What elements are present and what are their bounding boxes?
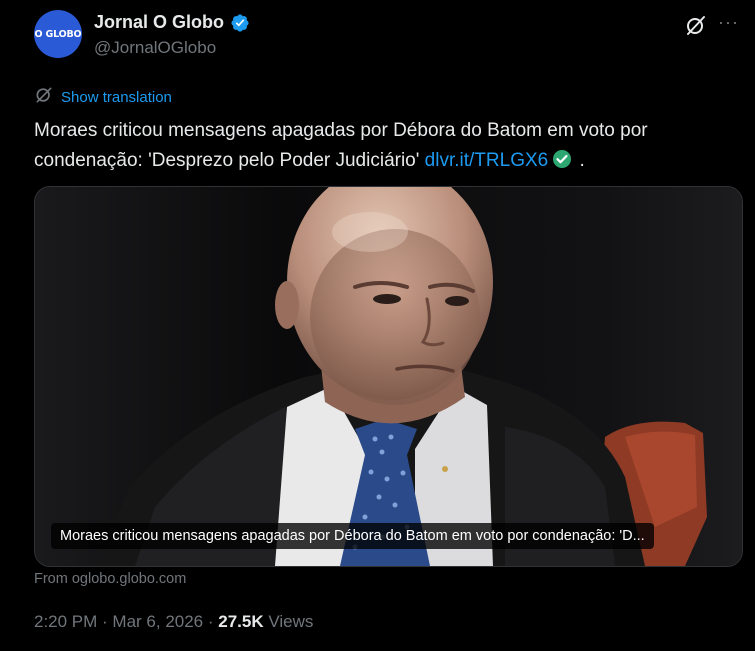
show-translation-label: Show translation: [61, 89, 172, 106]
views-count[interactable]: 27.5K: [218, 612, 263, 631]
card-source[interactable]: From oglobo.globo.com: [34, 571, 186, 587]
translate-icon: [34, 85, 54, 110]
verified-badge-icon[interactable]: [230, 13, 250, 33]
more-icon[interactable]: ···: [718, 12, 739, 33]
grok-icon[interactable]: [684, 13, 708, 42]
views-label: Views: [268, 612, 314, 631]
tweet-text: Moraes criticou mensagens apagadas por D…: [34, 116, 724, 179]
display-name[interactable]: Jornal O Globo: [94, 12, 224, 33]
author-name-row[interactable]: Jornal O Globo: [94, 12, 250, 33]
link-card[interactable]: Moraes criticou mensagens apagadas por D…: [34, 186, 743, 567]
meta-separator: ·: [97, 612, 113, 631]
tweet-time[interactable]: 2:20 PM: [34, 612, 97, 631]
checkmark-icon: [552, 149, 572, 179]
avatar-text: O GLOBO: [34, 28, 82, 40]
tweet-meta: 2:20 PM · Mar 6, 2026 · 27.5K Views: [34, 612, 313, 632]
show-translation-button[interactable]: Show translation: [34, 85, 172, 110]
meta-separator-2: ·: [203, 612, 219, 631]
handle[interactable]: @JornalOGlobo: [94, 38, 216, 58]
avatar[interactable]: O GLOBO: [34, 10, 82, 58]
tweet-trailing: .: [579, 150, 585, 171]
tweet-date[interactable]: Mar 6, 2026: [112, 612, 203, 631]
card-caption: Moraes criticou mensagens apagadas por D…: [51, 523, 654, 549]
tweet-link[interactable]: dlvr.it/TRLGX6: [425, 150, 549, 171]
card-photo[interactable]: [35, 187, 742, 566]
